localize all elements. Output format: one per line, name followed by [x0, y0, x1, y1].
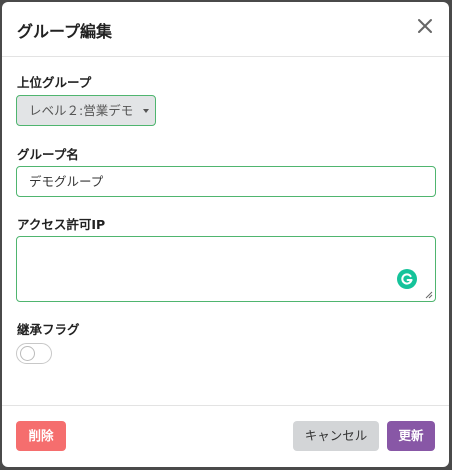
inherit-flag-label: 継承フラグ	[17, 322, 80, 337]
grammarly-icon[interactable]	[397, 269, 417, 289]
parent-group-dropdown[interactable]: レベル２:営業デモ	[16, 95, 156, 126]
resize-handle-icon[interactable]	[425, 291, 433, 299]
group-edit-modal: グループ編集 上位グループ レベル２:営業デモ グループ名 デモグループ アクセ…	[2, 2, 449, 467]
group-name-input[interactable]: デモグループ	[16, 166, 436, 197]
close-button[interactable]	[415, 16, 435, 36]
modal-header: グループ編集	[2, 2, 449, 57]
update-button[interactable]: 更新	[387, 421, 435, 451]
close-icon	[418, 19, 432, 33]
caret-down-icon	[143, 109, 149, 113]
access-ip-label: アクセス許可IP	[17, 217, 106, 232]
modal-title: グループ編集	[17, 22, 113, 41]
inherit-flag-toggle[interactable]	[16, 343, 52, 364]
access-ip-textarea[interactable]	[16, 236, 436, 302]
delete-button[interactable]: 削除	[16, 421, 66, 451]
parent-group-label: 上位グループ	[17, 75, 92, 90]
footer-divider	[2, 405, 449, 406]
toggle-knob	[20, 346, 35, 361]
cancel-button[interactable]: キャンセル	[293, 421, 379, 451]
group-name-label: グループ名	[17, 147, 79, 162]
parent-group-selected: レベル２:営業デモ	[29, 103, 134, 118]
